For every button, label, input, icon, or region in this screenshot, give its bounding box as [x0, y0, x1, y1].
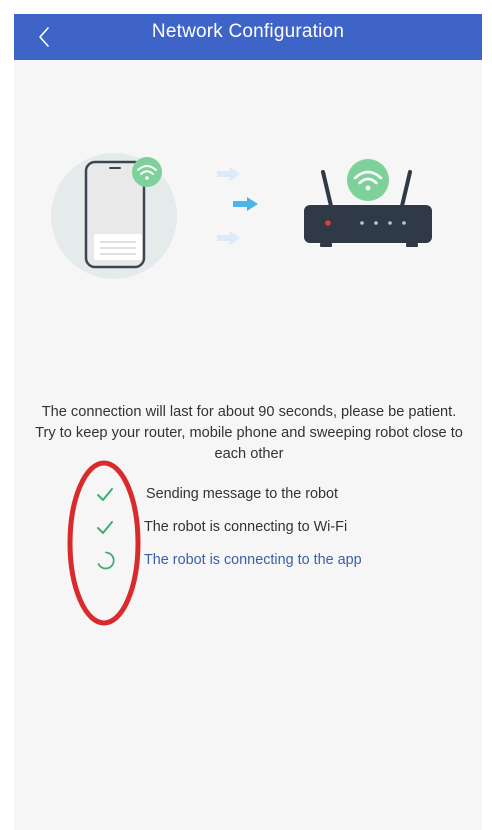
arrow-right-icon	[217, 231, 240, 245]
wifi-icon	[347, 159, 389, 201]
arrow-right-icon	[233, 197, 258, 211]
network-illustration	[51, 153, 432, 279]
step-label: Sending message to the robot	[146, 486, 339, 502]
top-bar: Network Configuration	[14, 14, 482, 60]
check-icon	[97, 488, 113, 501]
page-title: Network Configuration	[151, 21, 345, 42]
app-screen: Network Configuration The connection wil…	[14, 14, 482, 830]
step-label: The robot is connecting to Wi-Fi	[144, 519, 348, 535]
spinner-icon	[97, 551, 115, 570]
progress-step: Sending message to the robot	[14, 481, 482, 507]
progress-step: The robot is connecting to the app	[14, 547, 482, 573]
wifi-icon	[132, 157, 162, 187]
step-label: The robot is connecting to the app	[144, 552, 362, 568]
arrow-right-icon	[217, 167, 240, 181]
connection-instructions: The connection will last for about 90 se…	[35, 404, 463, 462]
check-icon	[97, 521, 113, 534]
progress-step: The robot is connecting to Wi-Fi	[14, 514, 482, 540]
